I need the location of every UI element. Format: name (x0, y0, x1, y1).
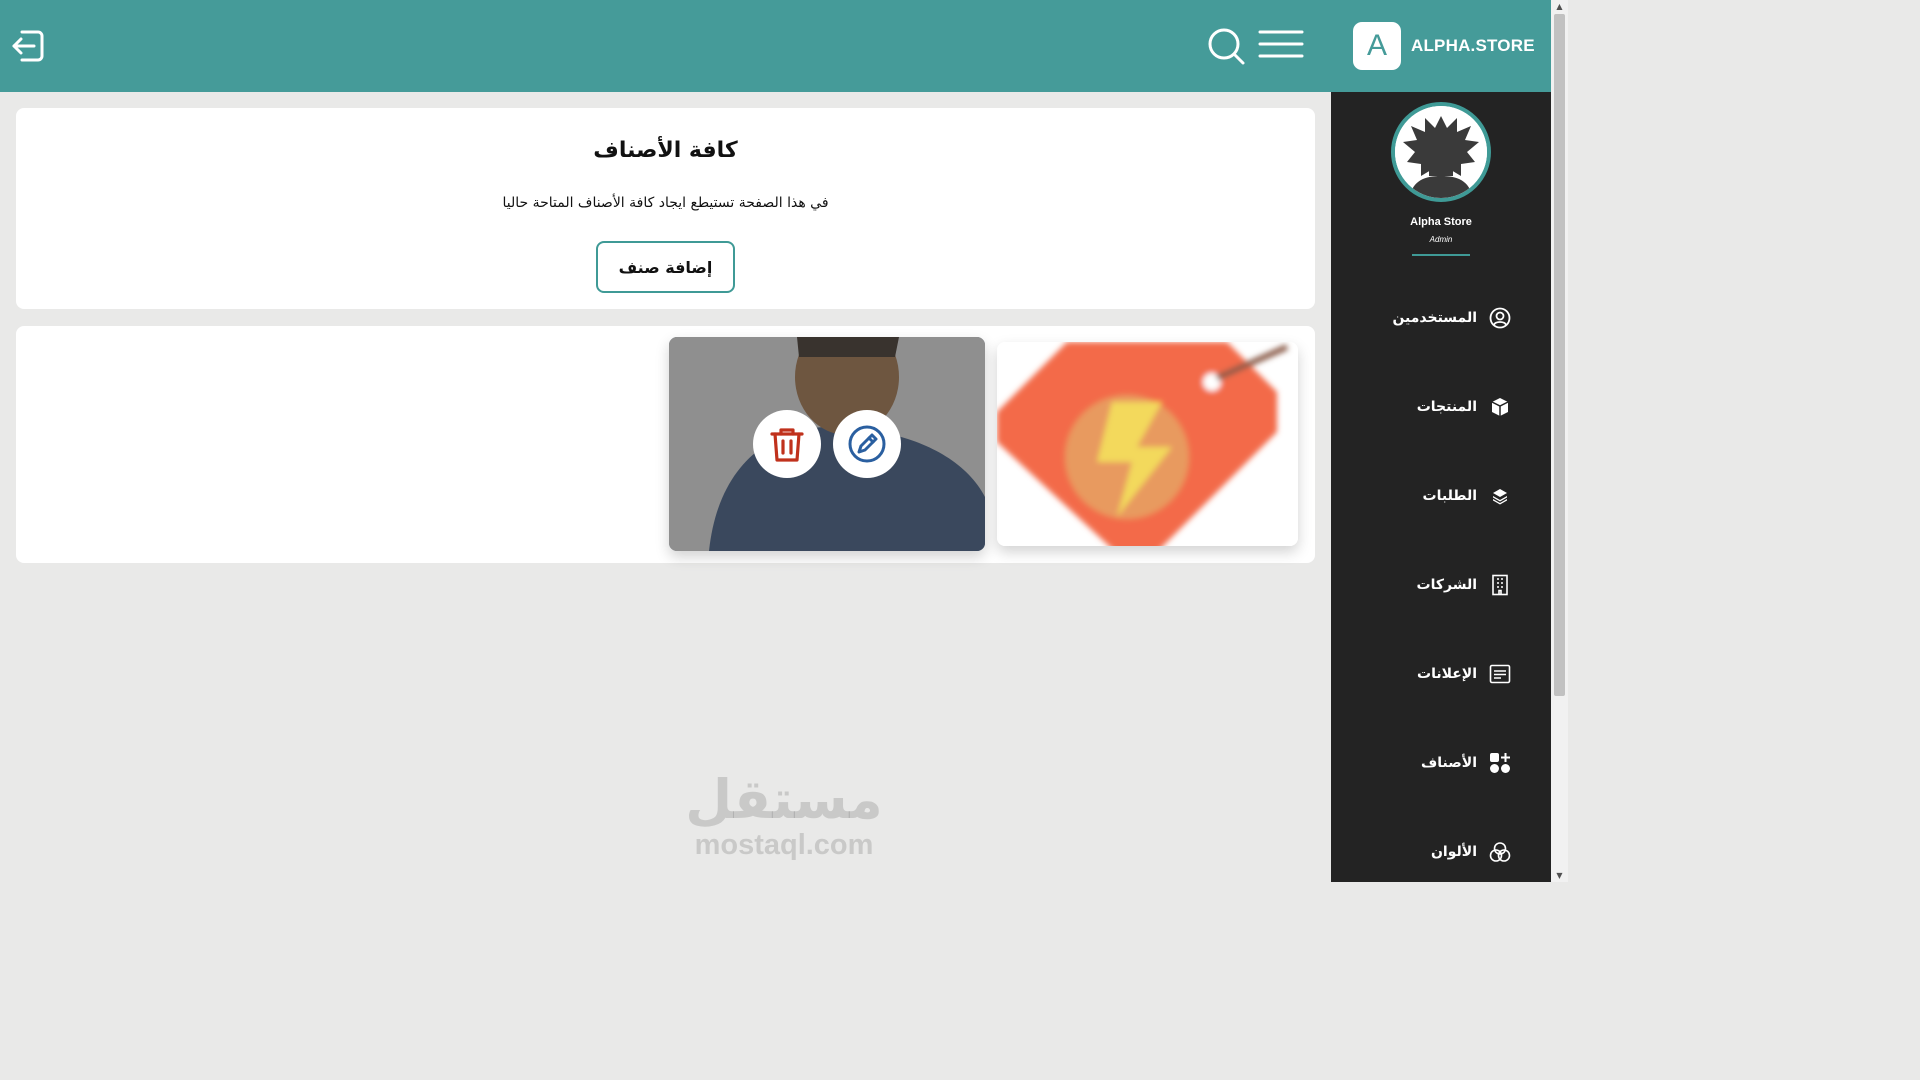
profile-name: Alpha Store (1410, 216, 1472, 228)
sidebar-item-label: المستخدمين (1392, 310, 1477, 326)
page-header-card: كافة الأصناف في هذا الصفحة تستيطع ايجاد … (16, 108, 1315, 309)
menu-icon[interactable] (1258, 28, 1304, 60)
sidebar-item-label: المنتجات (1416, 399, 1477, 415)
edit-icon[interactable] (833, 410, 901, 478)
sidebar-item-ads[interactable]: الإعلانات (1417, 659, 1511, 689)
sidebar-item-companies[interactable]: الشركات (1417, 570, 1511, 600)
sidebar-item-products[interactable]: المنتجات (1417, 392, 1511, 422)
sidebar-item-label: الشركات (1416, 577, 1477, 593)
add-category-button[interactable]: إضافة صنف (596, 241, 735, 293)
scroll-up-arrow-icon[interactable]: ▲ (1555, 2, 1564, 11)
sidebar-item-users[interactable]: المستخدمين (1392, 303, 1511, 333)
scrollbar-thumb[interactable] (1554, 14, 1565, 696)
page-title: كافة الأصناف (593, 138, 738, 163)
sidebar-item-label: الطلبات (1422, 488, 1477, 504)
lightning-tag-image (997, 342, 1298, 546)
avatar (1391, 102, 1491, 202)
search-icon[interactable] (1206, 26, 1246, 66)
top-bar: A ALPHA.STORE (0, 0, 1551, 92)
brand-name: ALPHA.STORE (1411, 36, 1535, 55)
logout-icon[interactable] (8, 26, 48, 66)
box-icon (1489, 396, 1511, 418)
ad-board-icon (1489, 663, 1511, 685)
hover-overlay (669, 337, 985, 551)
category-card[interactable] (669, 337, 985, 551)
building-icon (1489, 574, 1511, 596)
watermark: مستقل mostaql.com (684, 768, 884, 861)
user-circle-icon (1489, 307, 1511, 329)
categories-list-card (16, 326, 1315, 563)
categories-icon (1489, 752, 1511, 774)
sidebar-item-label: الأصناف (1421, 755, 1477, 771)
scroll-down-arrow-icon[interactable]: ▼ (1555, 871, 1564, 880)
delete-icon[interactable] (753, 410, 821, 478)
profile-divider (1412, 254, 1470, 256)
scrollbar[interactable]: ▲ ▼ (1551, 0, 1568, 882)
page-subtitle: في هذا الصفحة تستيطع ايجاد كافة الأصناف … (502, 195, 829, 211)
watermark-latin: mostaql.com (694, 829, 874, 861)
sidebar-item-orders[interactable]: الطلبات (1423, 481, 1511, 511)
sidebar-item-label: الألوان (1430, 844, 1477, 860)
profile-role: Admin (1429, 235, 1453, 244)
category-card[interactable] (997, 342, 1298, 546)
sidebar-item-categories[interactable]: الأصناف (1421, 748, 1511, 778)
layers-icon (1489, 485, 1511, 507)
watermark-arabic: مستقل (685, 768, 883, 831)
palette-icon (1489, 841, 1511, 863)
sidebar-item-colors[interactable]: الألوان (1431, 837, 1511, 867)
logo: A (1353, 22, 1401, 70)
sidebar-item-label: الإعلانات (1417, 666, 1477, 682)
sidebar: Alpha Store Admin المستخدمين المنتجات ال… (1331, 92, 1551, 882)
